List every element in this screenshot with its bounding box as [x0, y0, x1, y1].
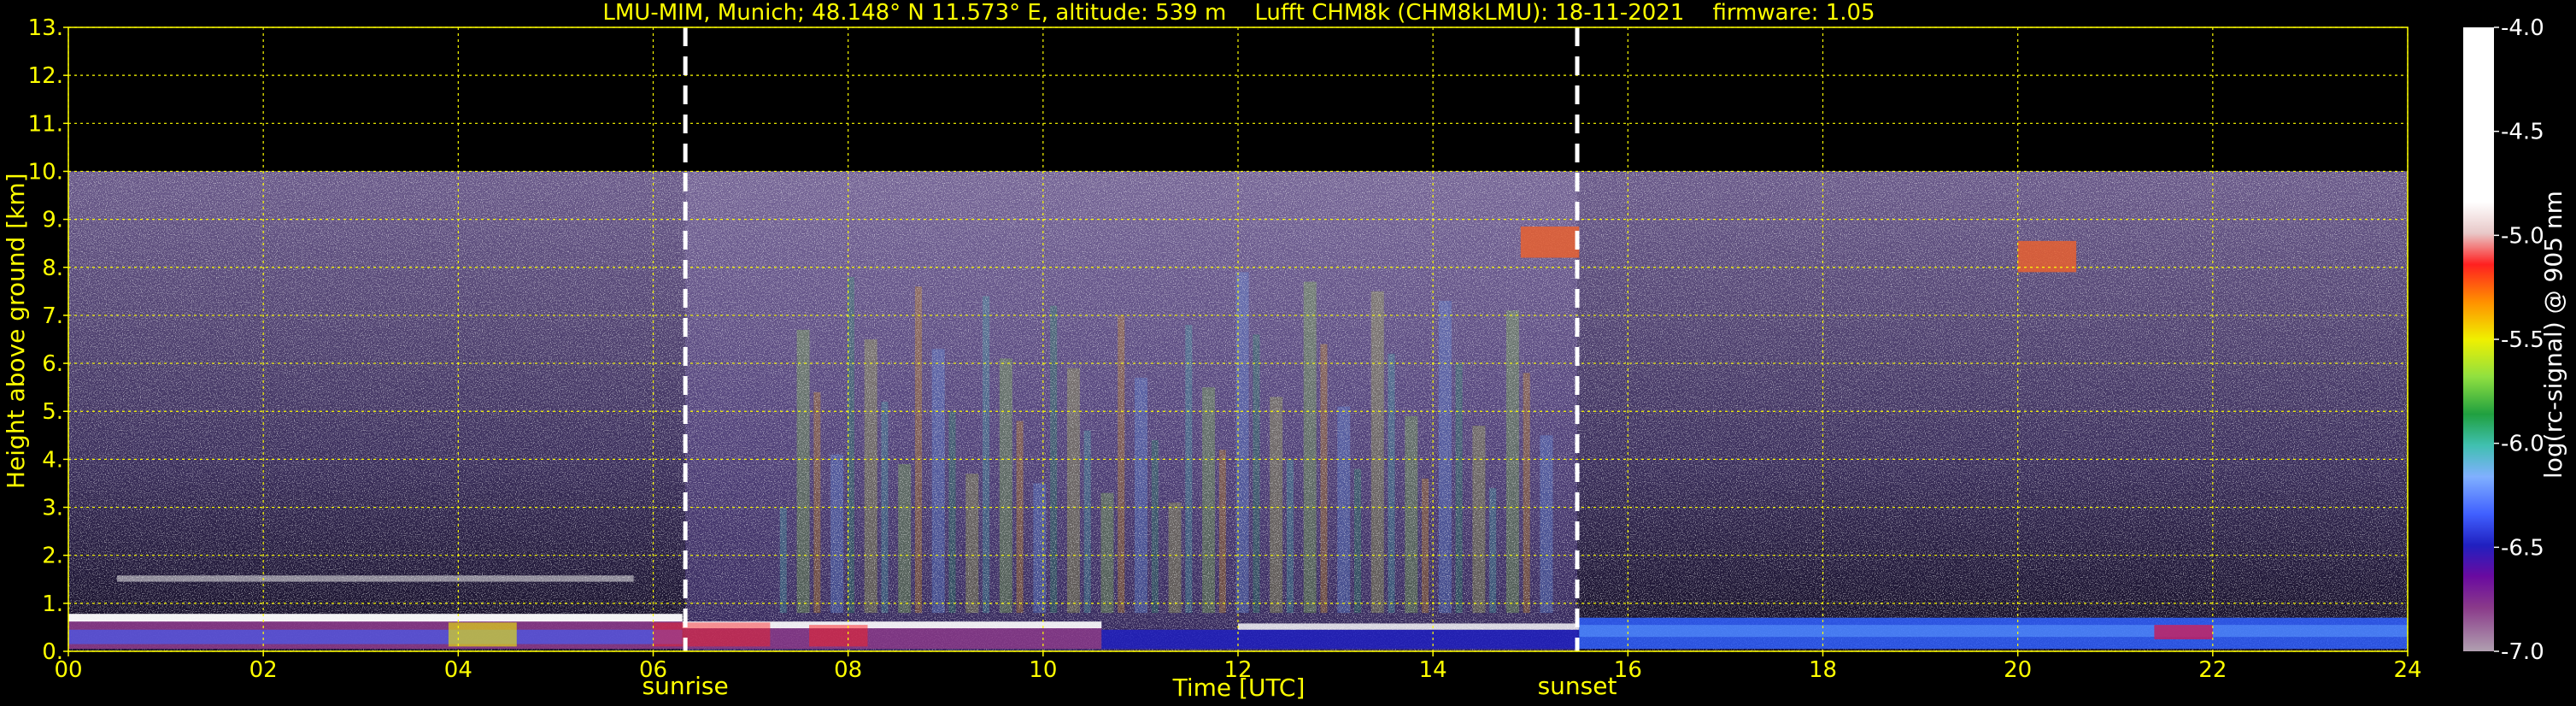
lidar-plot: 0.1.2.3.4.5.6.7.8.9.10.11.12.13. 00 02 04 0… [28, 15, 2544, 683]
y-tick-label: 10. [28, 159, 63, 185]
colorbar-tick-label: -6.5 [2501, 535, 2544, 561]
x-axis-label: Time [UTC] [1172, 674, 1306, 702]
y-axis-ticks: 0.1.2.3.4.5.6.7.8.9.10.11.12.13. [28, 15, 68, 665]
aerosol-layer-band [1520, 227, 1580, 258]
colorbar-tick-label: -7.0 [2501, 639, 2544, 665]
y-tick-label: 7. [42, 303, 63, 329]
aerosol-layer-band [68, 629, 683, 644]
aerosol-layer-band [809, 625, 868, 647]
colorbar-tick-label: -5.0 [2501, 223, 2544, 249]
y-tick-label: 8. [42, 256, 63, 281]
aerosol-layer-band [1101, 629, 1580, 650]
y-tick-label: 9. [42, 208, 63, 233]
colorbar-scale [2463, 27, 2494, 651]
y-tick-label: 5. [42, 399, 63, 425]
colorbar-tick-label: -4.0 [2501, 15, 2544, 41]
colorbar: -4.0 -4.5 -5.0 -5.5 -6.0 -6.5 -7.0 [2463, 15, 2544, 665]
chart-title: LMU-MIM, Munich; 48.148° N 11.573° E, al… [0, 0, 2478, 26]
colorbar-tick-label: -5.5 [2501, 327, 2544, 353]
colorbar-tick-label: -4.5 [2501, 120, 2544, 145]
y-tick-label: 3. [42, 496, 63, 521]
aerosol-layer-band [1238, 623, 1580, 630]
aerosol-layer-band [117, 575, 634, 582]
sunset-label: sunset [1537, 672, 1617, 700]
title-firmware: firmware: 1.05 [1712, 0, 1875, 26]
aerosol-layer-band [68, 614, 683, 622]
y-axis-label: Height above ground [km] [2, 173, 30, 489]
aerosol-layer-band [2154, 625, 2213, 639]
colorbar-label: log(rc-signal) @ 905 nm [2539, 191, 2567, 479]
y-tick-label: 12. [28, 63, 63, 89]
y-tick-label: 2. [42, 544, 63, 569]
aerosol-layer-band [653, 622, 771, 647]
y-tick-label: 6. [42, 351, 63, 377]
title-instrument: Lufft CHM8k (CHM8kLMU): 18-11-2021 [1254, 0, 1685, 26]
y-tick-label: 4. [42, 447, 63, 473]
y-tick-label: 11. [28, 111, 63, 137]
colorbar-ticks: -4.0 -4.5 -5.0 -5.5 -6.0 -6.5 -7.0 [2494, 15, 2544, 665]
aerosol-layer-band [1579, 625, 2408, 638]
colorbar-tick-label: -6.0 [2501, 432, 2544, 457]
sunrise-label: sunrise [642, 672, 729, 700]
y-tick-label: 1. [42, 591, 63, 617]
title-location: LMU-MIM, Munich; 48.148° N 11.573° E, al… [602, 0, 1227, 26]
